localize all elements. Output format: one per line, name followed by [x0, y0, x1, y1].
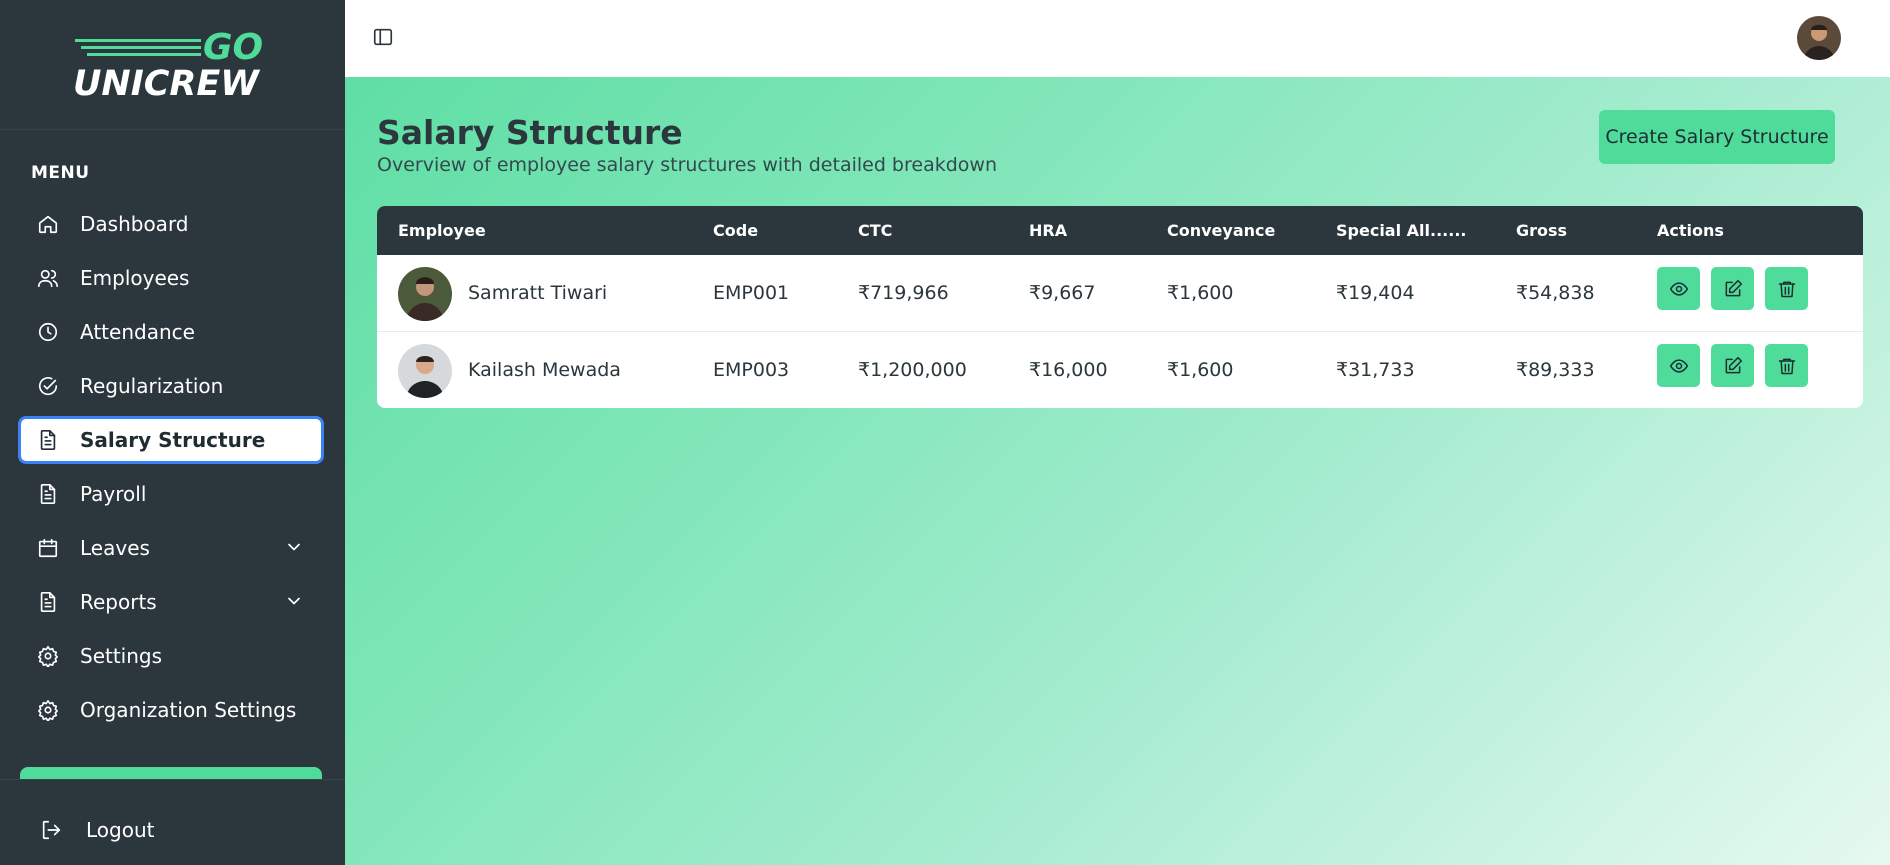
calendar-icon	[36, 536, 60, 560]
special-allowance-value: ₹19,404	[1336, 282, 1415, 304]
pencil-icon	[1725, 279, 1742, 296]
employee-name[interactable]: Samratt Tiwari	[468, 282, 607, 304]
conveyance-value: ₹1,600	[1167, 359, 1234, 381]
column-header-conveyance[interactable]: Conveyance	[1167, 221, 1275, 240]
logout-icon	[42, 820, 61, 840]
column-header-special-allowance[interactable]: Special All......	[1336, 221, 1466, 240]
gross-value: ₹54,838	[1516, 282, 1595, 304]
sidebar-toggle-icon[interactable]	[372, 26, 396, 50]
delete-button[interactable]	[1765, 344, 1808, 387]
sidebar-item-label: Organization Settings	[80, 698, 297, 722]
employee-name[interactable]: Kailash Mewada	[468, 359, 621, 381]
sidebar-item-settings[interactable]: Settings	[18, 632, 324, 680]
special-allowance-value: ₹31,733	[1336, 359, 1415, 381]
svg-text:UNICREW: UNICREW	[73, 64, 260, 104]
document-icon	[36, 590, 60, 614]
users-icon	[36, 266, 60, 290]
chevron-down-icon[interactable]	[284, 537, 304, 557]
salary-table: Employee Code CTC HRA Conveyance Special…	[377, 206, 1863, 408]
pencil-icon	[1725, 356, 1742, 373]
page-subtitle: Overview of employee salary structures w…	[377, 154, 997, 176]
sidebar-nav: Dashboard Employees Attendance Regulariz…	[18, 200, 324, 740]
gounicrew-logo[interactable]: GO UNICREW	[73, 25, 273, 105]
delete-button[interactable]	[1765, 267, 1808, 310]
sidebar-item-label: Attendance	[80, 320, 195, 344]
sidebar-item-payroll[interactable]: Payroll	[18, 470, 324, 518]
view-button[interactable]	[1657, 344, 1700, 387]
document-icon	[36, 428, 60, 452]
employee-avatar	[398, 267, 452, 321]
hra-value: ₹9,667	[1029, 282, 1096, 304]
topbar	[345, 0, 1890, 77]
sidebar-item-label: Regularization	[80, 374, 224, 398]
edit-button[interactable]	[1711, 344, 1754, 387]
sidebar-action-button[interactable]	[20, 767, 322, 779]
column-header-ctc[interactable]: CTC	[858, 221, 892, 240]
main-content: Salary Structure Overview of employee sa…	[345, 77, 1890, 865]
trash-icon	[1778, 358, 1795, 374]
column-header-hra[interactable]: HRA	[1029, 221, 1067, 240]
sidebar: GO UNICREW MENU Dashboard Employees Atte…	[0, 0, 345, 865]
column-header-gross[interactable]: Gross	[1516, 221, 1567, 240]
view-button[interactable]	[1657, 267, 1700, 310]
gear-icon	[36, 644, 60, 668]
sidebar-item-label: Employees	[80, 266, 190, 290]
employee-avatar	[398, 344, 452, 398]
sidebar-item-label: Leaves	[80, 536, 150, 560]
conveyance-value: ₹1,600	[1167, 282, 1234, 304]
column-header-actions: Actions	[1657, 221, 1724, 240]
logout-label: Logout	[86, 818, 155, 842]
column-header-code[interactable]: Code	[713, 221, 758, 240]
table-header: Employee Code CTC HRA Conveyance Special…	[377, 206, 1863, 255]
sidebar-item-label: Salary Structure	[80, 428, 266, 452]
table-row: Samratt Tiwari EMP001 ₹719,966 ₹9,667 ₹1…	[377, 255, 1863, 332]
sidebar-item-organization-settings[interactable]: Organization Settings	[18, 686, 324, 734]
hra-value: ₹16,000	[1029, 359, 1108, 381]
eye-icon	[1669, 358, 1688, 373]
sidebar-item-salary-structure[interactable]: Salary Structure	[18, 416, 324, 464]
trash-icon	[1778, 281, 1795, 297]
eye-icon	[1669, 281, 1688, 296]
sidebar-item-leaves[interactable]: Leaves	[18, 524, 324, 572]
employee-code: EMP003	[713, 359, 790, 381]
user-avatar[interactable]	[1797, 16, 1841, 60]
chevron-down-icon[interactable]	[284, 591, 304, 611]
sidebar-item-employees[interactable]: Employees	[18, 254, 324, 302]
brand-area: GO UNICREW	[0, 0, 345, 130]
sidebar-footer: Logout	[0, 779, 345, 865]
document-icon	[36, 482, 60, 506]
sidebar-item-label: Reports	[80, 590, 157, 614]
page-title: Salary Structure	[377, 113, 683, 152]
sidebar-item-label: Payroll	[80, 482, 147, 506]
sidebar-item-label: Settings	[80, 644, 163, 668]
sidebar-item-attendance[interactable]: Attendance	[18, 308, 324, 356]
svg-text:GO: GO	[203, 27, 263, 68]
home-icon	[36, 212, 60, 236]
gear-icon	[36, 698, 60, 722]
check-circle-icon	[36, 374, 60, 398]
ctc-value: ₹719,966	[858, 282, 949, 304]
edit-button[interactable]	[1711, 267, 1754, 310]
logout-button[interactable]: Logout	[40, 818, 154, 842]
gross-value: ₹89,333	[1516, 359, 1595, 381]
menu-heading: MENU	[31, 163, 90, 183]
column-header-employee[interactable]: Employee	[398, 221, 486, 240]
employee-code: EMP001	[713, 282, 790, 304]
create-salary-structure-button[interactable]: Create Salary Structure	[1599, 110, 1835, 164]
clock-icon	[36, 320, 60, 344]
sidebar-item-reports[interactable]: Reports	[18, 578, 324, 626]
sidebar-item-dashboard[interactable]: Dashboard	[18, 200, 324, 248]
sidebar-item-regularization[interactable]: Regularization	[18, 362, 324, 410]
table-row: Kailash Mewada EMP003 ₹1,200,000 ₹16,000…	[377, 332, 1863, 408]
sidebar-item-label: Dashboard	[80, 212, 189, 236]
ctc-value: ₹1,200,000	[858, 359, 967, 381]
